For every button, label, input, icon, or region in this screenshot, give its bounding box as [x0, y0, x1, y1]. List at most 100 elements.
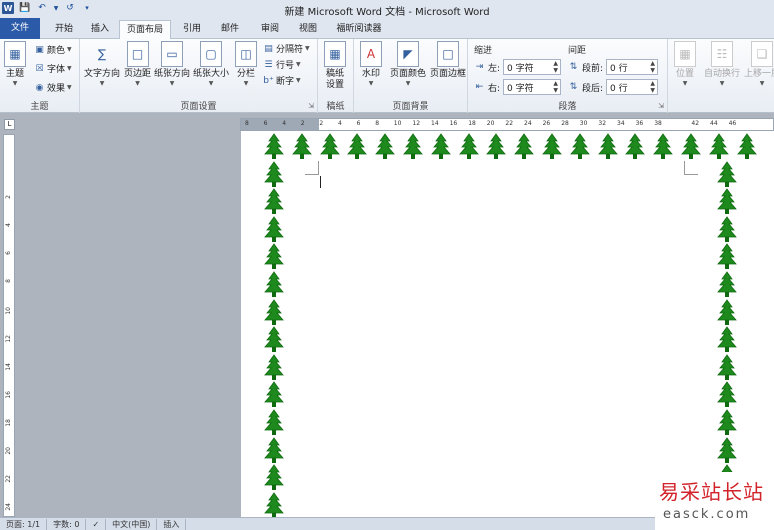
tab-foxit-reader[interactable]: 福昕阅读器	[330, 20, 388, 39]
vertical-ruler[interactable]: 2 4 6 8 10 12 14 16 18 20 22 24	[3, 134, 15, 517]
tree-border-icon	[567, 133, 593, 161]
orientation-icon: ▭	[161, 41, 183, 67]
ruler-tick-label: 4	[338, 120, 342, 127]
ruler-tick-label: 16	[449, 120, 458, 127]
indent-heading: 缩进	[474, 46, 493, 56]
group-label-page-setup: 页面设置	[180, 102, 217, 112]
tab-references[interactable]: 引用	[176, 20, 208, 39]
bring-forward-icon: ❏	[751, 41, 773, 67]
line-numbers-button[interactable]: ☰ 行号 ▼	[263, 58, 300, 72]
indent-right-input[interactable]: 0 字符 ▲ ▼	[503, 79, 562, 95]
size-button[interactable]: ▢ 纸张大小 ▼	[193, 41, 229, 88]
indent-left-row: ⇥ 左: 0 字符 ▲ ▼	[474, 59, 562, 75]
group-label-page-background: 页面背景	[392, 102, 429, 112]
spacing-before-input[interactable]: 0 行 ▲ ▼	[606, 59, 659, 75]
tree-border-icon	[261, 464, 287, 492]
spacing-before-icon: ⇅	[569, 62, 578, 72]
indent-left-input[interactable]: 0 字符 ▲ ▼	[503, 59, 562, 75]
chevron-down-icon: ▼	[12, 80, 18, 87]
breaks-icon: ▤	[264, 43, 273, 54]
tree-border-icon	[400, 133, 426, 161]
position-button[interactable]: ▦ 位置 ▼	[674, 41, 696, 88]
theme-fonts-button[interactable]: ☒ 字体 ▼	[34, 62, 71, 76]
indent-left-icon: ⇥	[475, 62, 484, 72]
dialog-launcher-icon[interactable]: ⇲	[308, 102, 314, 110]
ruler-tick-label: 2	[300, 120, 305, 127]
bring-forward-button[interactable]: ❏ 上移一层 ▼	[744, 41, 774, 88]
spacing-before-row: ⇅ 段前: 0 行 ▲ ▼	[568, 59, 659, 75]
status-insert-mode[interactable]: 插入	[157, 518, 187, 530]
spell-check-icon[interactable]: ✓	[86, 518, 107, 530]
ruler-tick-label: 26	[542, 120, 551, 127]
document-page[interactable]	[241, 131, 774, 520]
ruler-tick-label: 20	[486, 120, 495, 127]
tree-border-icon	[261, 160, 287, 189]
chevron-down-icon: ▼	[719, 80, 725, 87]
position-icon: ▦	[674, 41, 696, 67]
theme-colors-button[interactable]: ▣ 颜色 ▼	[34, 43, 71, 57]
group-page-setup: ∑ 文字方向 ▼ □ 页边距 ▼ ▭ 纸张方向 ▼ ▢ 纸张大小 ▼ ◫ 分栏 …	[80, 39, 318, 113]
wrap-text-button[interactable]: ☷ 自动换行 ▼	[704, 41, 740, 88]
theme-effects-button[interactable]: ◉ 效果 ▼	[34, 81, 72, 95]
chevron-down-icon: ▼	[99, 80, 105, 87]
page-borders-icon: □	[437, 41, 459, 67]
ruler-tick-label: 10	[393, 120, 402, 127]
tab-file[interactable]: 文件	[0, 18, 40, 39]
paper-size-icon: ▢	[200, 41, 222, 67]
spacing-after-input[interactable]: 0 行 ▲ ▼	[606, 79, 659, 95]
breaks-button[interactable]: ▤ 分隔符 ▼	[263, 42, 309, 56]
ruler-tick-label: 14	[431, 120, 439, 127]
manuscript-icon: ▦	[324, 41, 346, 67]
status-page[interactable]: 页面: 1/1	[0, 518, 48, 530]
tab-insert[interactable]: 插入	[84, 20, 116, 39]
watermark-url: easck.com	[663, 507, 751, 522]
tree-border-icon	[622, 133, 648, 161]
tree-border-icon	[483, 133, 509, 161]
wrap-text-icon: ☷	[711, 41, 733, 67]
margins-button[interactable]: □ 页边距 ▼	[124, 41, 151, 88]
tree-border-icon	[714, 354, 740, 382]
ruler-tick-label: 14	[5, 363, 12, 371]
tab-view[interactable]: 视图	[292, 20, 324, 39]
orientation-button[interactable]: ▭ 纸张方向 ▼	[154, 41, 190, 88]
page-borders-button[interactable]: □ 页面边框	[430, 41, 466, 80]
tree-border-icon	[261, 381, 287, 409]
tab-review[interactable]: 审阅	[254, 20, 286, 39]
themes-button[interactable]: ▦ 主题 ▼	[4, 41, 26, 88]
status-word-count[interactable]: 字数: 0	[47, 518, 87, 530]
title-bar: W 💾 ↶ ▼ ↺ ▾ 新建 Microsoft Word 文档 - Micro…	[0, 0, 774, 18]
hyphenation-button[interactable]: b⁺ 断字 ▼	[263, 74, 300, 88]
group-page-background: A 水印 ▼ ◤ 页面颜色 ▼ □ 页面边框 页面背景	[354, 39, 468, 113]
group-theme: ▦ 主题 ▼ ▣ 颜色 ▼ ☒ 字体 ▼ ◉ 效果 ▼ 主题	[0, 39, 80, 113]
tree-border-icon	[714, 298, 740, 327]
horizontal-ruler[interactable]: 8 6 4 2 2 4 6 8 10 12 14 16 18 20 22 24 26 28 30 32 34 36 38 42…	[240, 118, 774, 131]
group-paragraph: 缩进 间距 ⇥ 左: 0 字符 ▲ ▼ ⇤ 右: 0 字符 ▲ ▼ ⇅ 段前: 0 行 ▲…	[468, 39, 668, 113]
ruler-tick-label: 28	[561, 120, 569, 127]
watermark-button[interactable]: A 水印 ▼	[360, 41, 382, 88]
text-direction-button[interactable]: ∑ 文字方向 ▼	[84, 41, 120, 88]
chevron-down-icon: ▼	[368, 80, 374, 87]
ruler-tick-label: 24	[5, 503, 12, 511]
chevron-down-icon: ▼	[682, 80, 688, 87]
page-color-button[interactable]: ◤ 页面颜色 ▼	[390, 41, 426, 88]
columns-button[interactable]: ◫ 分栏 ▼	[235, 41, 257, 88]
tab-home[interactable]: 开始	[46, 20, 82, 39]
tab-mailings[interactable]: 邮件	[214, 20, 246, 39]
tab-stop-selector[interactable]: L	[4, 119, 15, 130]
dialog-launcher-icon[interactable]: ⇲	[658, 102, 664, 110]
crop-mark-top-left	[305, 161, 319, 175]
indent-right-icon: ⇤	[475, 82, 484, 92]
tree-border-icon	[261, 271, 287, 299]
spinner-icon: ▲ ▼	[650, 60, 656, 74]
spacing-heading: 间距	[568, 46, 587, 56]
ruler-left-margin	[241, 119, 319, 130]
ruler-tick-label: 20	[5, 447, 12, 455]
watermark-icon: A	[360, 41, 382, 67]
tree-border-icon	[261, 492, 287, 520]
manuscript-settings-button[interactable]: ▦ 稿纸 设置	[324, 41, 346, 91]
chevron-down-icon: ▼	[243, 80, 249, 87]
ribbon: ▦ 主题 ▼ ▣ 颜色 ▼ ☒ 字体 ▼ ◉ 效果 ▼ 主题 ∑ 文字方向 ▼ □ 页…	[0, 39, 774, 113]
tab-page-layout[interactable]: 页面布局	[119, 20, 171, 40]
status-language[interactable]: 中文(中国)	[106, 518, 158, 530]
tree-border-icon	[344, 133, 370, 161]
